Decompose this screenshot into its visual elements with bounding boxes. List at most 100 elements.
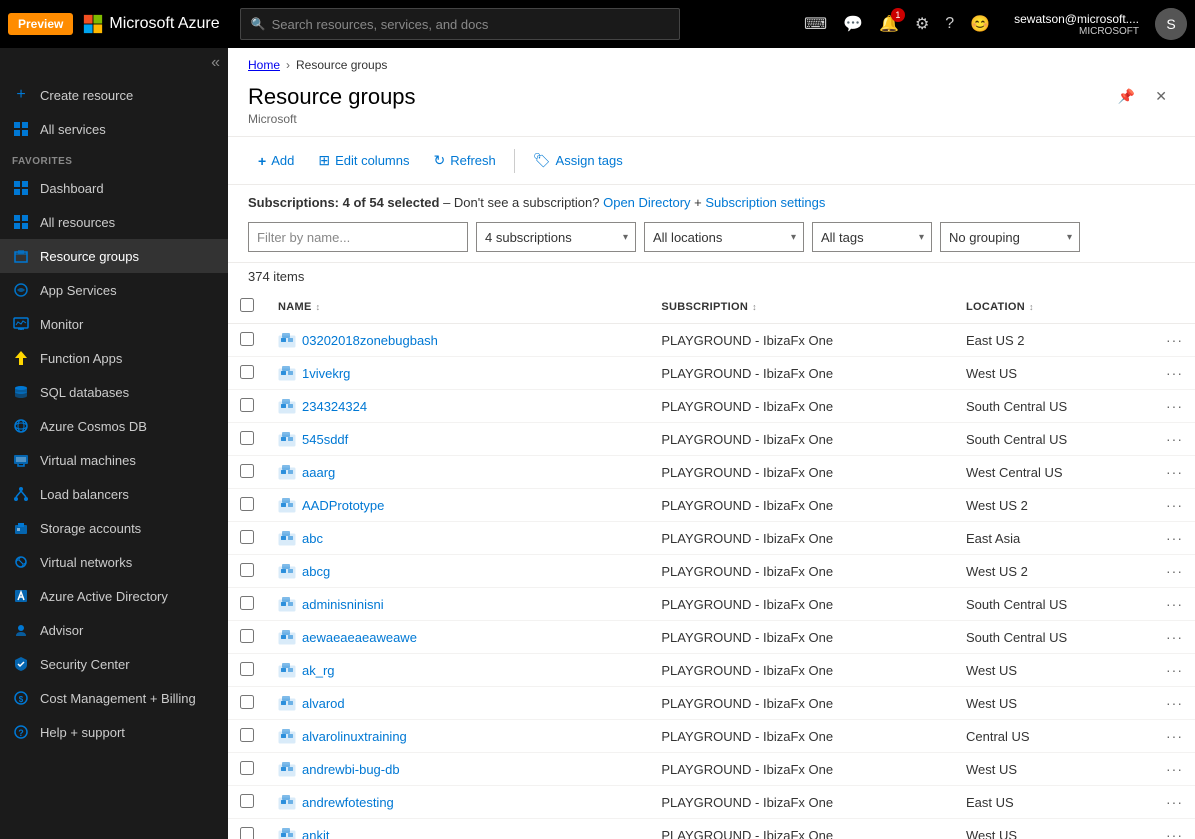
- add-button[interactable]: + Add: [248, 148, 304, 174]
- sidebar-item-function-apps[interactable]: Function Apps: [0, 341, 228, 375]
- row-checkbox-cell[interactable]: [228, 522, 266, 555]
- feedback2-icon[interactable]: 😊: [970, 14, 990, 34]
- sidebar-item-advisor[interactable]: Advisor: [0, 613, 228, 647]
- row-checkbox-cell[interactable]: [228, 819, 266, 839]
- row-checkbox[interactable]: [240, 563, 254, 577]
- filter-tags-wrap[interactable]: All tags: [812, 222, 932, 252]
- filter-grouping-wrap[interactable]: No grouping: [940, 222, 1080, 252]
- filter-tags-select[interactable]: All tags: [812, 222, 932, 252]
- row-more-actions[interactable]: ···: [1166, 332, 1183, 348]
- search-input[interactable]: [272, 17, 669, 32]
- row-checkbox[interactable]: [240, 596, 254, 610]
- close-button[interactable]: ✕: [1147, 84, 1175, 109]
- resource-group-link[interactable]: abcg: [278, 562, 637, 580]
- sidebar-item-all-services[interactable]: All services: [0, 112, 228, 146]
- row-checkbox[interactable]: [240, 794, 254, 808]
- resource-group-link[interactable]: adminisninisni: [278, 595, 637, 613]
- open-directory-link[interactable]: Open Directory: [603, 195, 690, 210]
- row-checkbox-cell[interactable]: [228, 423, 266, 456]
- sidebar-item-security-center[interactable]: Security Center: [0, 647, 228, 681]
- collapse-btn[interactable]: «: [211, 54, 220, 72]
- row-more-actions[interactable]: ···: [1166, 827, 1183, 839]
- row-checkbox[interactable]: [240, 629, 254, 643]
- row-checkbox[interactable]: [240, 695, 254, 709]
- row-more-actions[interactable]: ···: [1166, 530, 1183, 546]
- filter-grouping-select[interactable]: No grouping: [940, 222, 1080, 252]
- pin-button[interactable]: 📌: [1110, 84, 1143, 109]
- resource-group-link[interactable]: andrewbi-bug-db: [278, 760, 637, 778]
- sidebar-item-dashboard[interactable]: Dashboard: [0, 171, 228, 205]
- row-actions-cell[interactable]: ···: [1146, 720, 1195, 753]
- sidebar-item-virtual-networks[interactable]: Virtual networks: [0, 545, 228, 579]
- feedback-icon[interactable]: 💬: [843, 14, 863, 34]
- row-more-actions[interactable]: ···: [1166, 365, 1183, 381]
- row-more-actions[interactable]: ···: [1166, 662, 1183, 678]
- row-checkbox-cell[interactable]: [228, 324, 266, 357]
- sidebar-item-cost-management[interactable]: $ Cost Management + Billing: [0, 681, 228, 715]
- row-checkbox[interactable]: [240, 497, 254, 511]
- resource-group-link[interactable]: 03202018zonebugbash: [278, 331, 637, 349]
- row-checkbox[interactable]: [240, 662, 254, 676]
- row-checkbox-cell[interactable]: [228, 555, 266, 588]
- select-all-checkbox[interactable]: [240, 298, 254, 312]
- row-checkbox[interactable]: [240, 827, 254, 839]
- resource-group-link[interactable]: AADPrototype: [278, 496, 637, 514]
- row-actions-cell[interactable]: ···: [1146, 390, 1195, 423]
- row-checkbox[interactable]: [240, 365, 254, 379]
- row-more-actions[interactable]: ···: [1166, 497, 1183, 513]
- name-column-header[interactable]: NAME ↕: [266, 290, 649, 324]
- row-checkbox-cell[interactable]: [228, 456, 266, 489]
- resource-group-link[interactable]: andrewfotesting: [278, 793, 637, 811]
- row-checkbox[interactable]: [240, 398, 254, 412]
- row-actions-cell[interactable]: ···: [1146, 786, 1195, 819]
- notifications-icon[interactable]: 🔔 1: [879, 14, 899, 34]
- sidebar-item-app-services[interactable]: App Services: [0, 273, 228, 307]
- row-actions-cell[interactable]: ···: [1146, 621, 1195, 654]
- row-actions-cell[interactable]: ···: [1146, 588, 1195, 621]
- assign-tags-button[interactable]: 🏷 Assign tags: [523, 147, 633, 174]
- sidebar-item-virtual-machines[interactable]: Virtual machines: [0, 443, 228, 477]
- filter-locations-wrap[interactable]: All locations: [644, 222, 804, 252]
- row-checkbox[interactable]: [240, 431, 254, 445]
- filter-locations-select[interactable]: All locations: [644, 222, 804, 252]
- resource-group-link[interactable]: ankit: [278, 826, 637, 839]
- sidebar-item-sql-databases[interactable]: SQL databases: [0, 375, 228, 409]
- breadcrumb-home[interactable]: Home: [248, 58, 280, 72]
- resource-group-link[interactable]: ak_rg: [278, 661, 637, 679]
- filter-subscriptions-select[interactable]: 4 subscriptions: [476, 222, 636, 252]
- sidebar-item-all-resources[interactable]: All resources: [0, 205, 228, 239]
- location-column-header[interactable]: LOCATION ↕: [954, 290, 1146, 324]
- subscription-column-header[interactable]: SUBSCRIPTION ↕: [649, 290, 954, 324]
- row-checkbox-cell[interactable]: [228, 489, 266, 522]
- sidebar-item-resource-groups[interactable]: Resource groups: [0, 239, 228, 273]
- row-checkbox-cell[interactable]: [228, 753, 266, 786]
- sidebar-item-create-resource[interactable]: + Create resource: [0, 78, 228, 112]
- row-actions-cell[interactable]: ···: [1146, 324, 1195, 357]
- resource-group-link[interactable]: alvarolinuxtraining: [278, 727, 637, 745]
- resource-group-link[interactable]: 545sddf: [278, 430, 637, 448]
- sidebar-item-cosmos-db[interactable]: Azure Cosmos DB: [0, 409, 228, 443]
- row-actions-cell[interactable]: ···: [1146, 555, 1195, 588]
- name-sort[interactable]: NAME ↕: [278, 301, 637, 313]
- row-more-actions[interactable]: ···: [1166, 728, 1183, 744]
- table-container[interactable]: NAME ↕ SUBSCRIPTION ↕ LO: [228, 290, 1195, 839]
- row-actions-cell[interactable]: ···: [1146, 687, 1195, 720]
- sidebar-item-load-balancers[interactable]: Load balancers: [0, 477, 228, 511]
- subscription-sort[interactable]: SUBSCRIPTION ↕: [661, 301, 942, 313]
- row-more-actions[interactable]: ···: [1166, 398, 1183, 414]
- avatar[interactable]: S: [1155, 8, 1187, 40]
- row-actions-cell[interactable]: ···: [1146, 423, 1195, 456]
- row-more-actions[interactable]: ···: [1166, 464, 1183, 480]
- refresh-button[interactable]: ↻ Refresh: [423, 147, 505, 174]
- resource-group-link[interactable]: aewaeaeaeaweawe: [278, 628, 637, 646]
- row-checkbox[interactable]: [240, 332, 254, 346]
- row-actions-cell[interactable]: ···: [1146, 456, 1195, 489]
- row-checkbox-cell[interactable]: [228, 357, 266, 390]
- sidebar-item-storage-accounts[interactable]: Storage accounts: [0, 511, 228, 545]
- row-actions-cell[interactable]: ···: [1146, 522, 1195, 555]
- row-checkbox-cell[interactable]: [228, 786, 266, 819]
- settings-icon[interactable]: ⚙: [915, 14, 929, 34]
- user-section[interactable]: sewatson@microsoft.... MICROSOFT S: [1006, 8, 1187, 40]
- row-more-actions[interactable]: ···: [1166, 695, 1183, 711]
- location-sort[interactable]: LOCATION ↕: [966, 301, 1134, 313]
